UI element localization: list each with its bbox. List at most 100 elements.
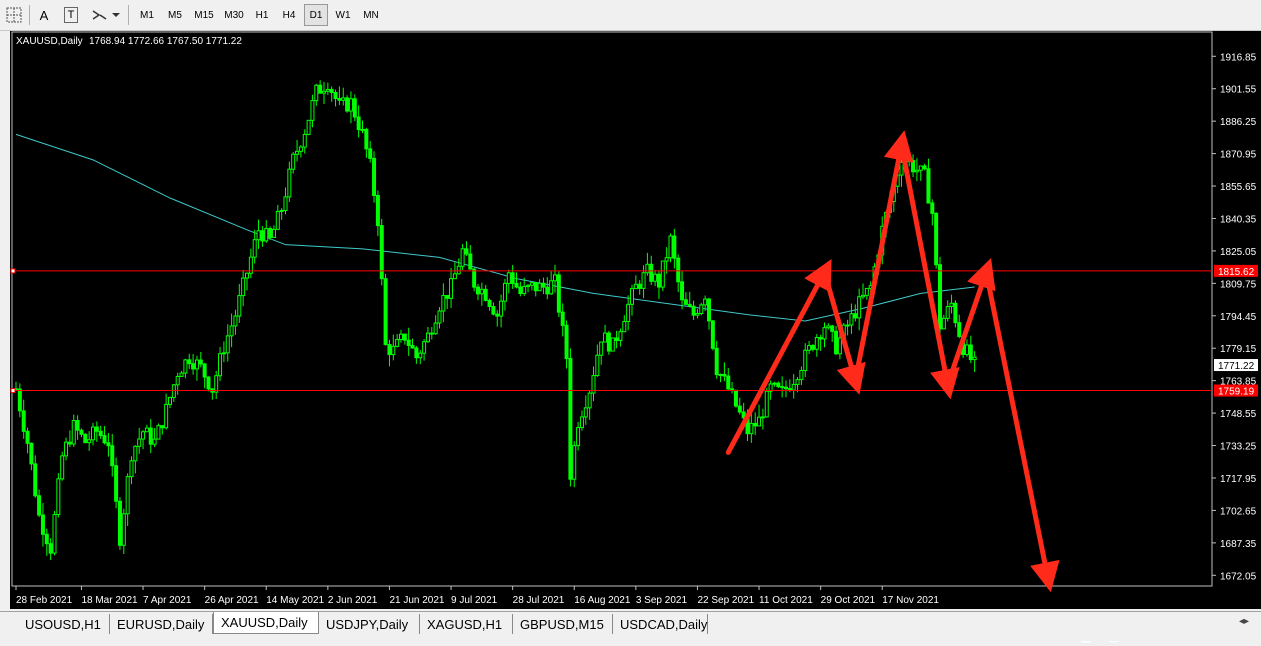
candle-body <box>318 84 323 94</box>
candle-body <box>191 363 196 370</box>
candle-body <box>60 455 65 480</box>
candle-body <box>934 212 939 266</box>
candle-body <box>733 389 738 407</box>
candle-body <box>110 445 115 467</box>
timeframe-w1-button[interactable]: W1 <box>330 4 356 26</box>
candle-body <box>476 286 480 295</box>
left-panel-edge <box>0 31 10 609</box>
candle-body <box>487 299 492 308</box>
timeframe-mn-button[interactable]: MN <box>358 4 384 26</box>
candle-body <box>653 273 658 282</box>
candle-body <box>780 386 785 389</box>
candle-body <box>687 303 692 307</box>
candle-body <box>899 161 904 176</box>
text-tool-button[interactable]: A <box>34 4 54 26</box>
candle-body <box>348 98 353 112</box>
candle-body <box>822 327 827 340</box>
candle-body <box>48 543 53 554</box>
candle-body <box>911 160 916 173</box>
candle-body <box>764 390 769 418</box>
candle-body <box>695 313 700 316</box>
candle-body <box>922 165 927 170</box>
chart-tab[interactable]: USOUSD,H1 <box>18 614 110 634</box>
candle-body <box>152 438 157 445</box>
candle-body <box>98 430 103 437</box>
timeframe-h4-button[interactable]: H4 <box>276 4 302 26</box>
candle-body <box>214 375 219 393</box>
chart-tab[interactable]: EURUSD,Daily <box>110 614 213 634</box>
candle-body <box>953 302 958 324</box>
timeframe-m1-button[interactable]: M1 <box>134 4 160 26</box>
candle-body <box>618 331 623 341</box>
chart-tab[interactable]: GBPUSD,M15 <box>513 614 613 634</box>
candle-body <box>133 445 138 462</box>
chart-window[interactable]: 1815.62 1759.19 1916.85 1901.55 1886.25 1870… <box>10 31 1261 645</box>
candle-body <box>845 324 850 327</box>
candle-body <box>699 304 704 315</box>
candle-body <box>957 322 962 337</box>
chart-tab[interactable]: USDJPY,Daily <box>319 614 420 634</box>
timeframe-m30-button[interactable]: M30 <box>220 4 248 26</box>
candle-body <box>387 344 392 356</box>
chart-tab[interactable]: USDCAD,Daily <box>613 614 708 634</box>
candle-body <box>672 235 677 259</box>
candle-body <box>857 296 862 319</box>
candle-body <box>610 337 615 352</box>
candle-body <box>964 344 969 355</box>
candle-body <box>295 150 300 155</box>
price-chart[interactable]: 1815.62 1759.19 1916.85 1901.55 1886.25 1870… <box>10 31 1261 609</box>
candle-body <box>818 337 823 340</box>
x-tick-label: 18 Mar 2021 <box>81 595 138 606</box>
candle-body <box>714 347 719 375</box>
x-tick-label: 21 Jun 2021 <box>389 595 444 606</box>
candle-body <box>129 460 134 478</box>
period-separator-icon[interactable] <box>4 4 24 26</box>
candle-body <box>541 282 546 288</box>
candle-body <box>245 272 249 279</box>
x-tick-label: 22 Sep 2021 <box>697 595 754 606</box>
y-tick-label: 1687.35 <box>1220 539 1257 550</box>
y-tick-label: 1855.65 <box>1220 182 1257 193</box>
level-price-label: 1815.62 <box>1218 267 1255 278</box>
timeframe-h1-button[interactable]: H1 <box>250 4 274 26</box>
x-tick-label: 7 Apr 2021 <box>143 595 192 606</box>
y-tick-label: 1916.85 <box>1220 52 1257 63</box>
timeframe-m15-button[interactable]: M15 <box>190 4 218 26</box>
candle-body <box>599 341 604 356</box>
tabs-scroll-icon[interactable]: ◂▸ <box>1239 616 1249 627</box>
candle-body <box>499 300 504 317</box>
candle-body <box>445 294 450 299</box>
candle-body <box>160 425 165 429</box>
candle-body <box>803 349 808 372</box>
candle-body <box>595 354 600 377</box>
candle-body <box>345 97 350 112</box>
candle-body <box>645 263 650 274</box>
candle-body <box>537 282 542 292</box>
candle-body <box>291 153 296 170</box>
shapes-dropdown-button[interactable] <box>88 4 122 26</box>
candle-body <box>56 478 61 516</box>
candle-body <box>218 353 223 377</box>
candle-body <box>395 339 400 347</box>
text-label-tool-button[interactable]: T <box>60 4 82 26</box>
candle-body <box>275 210 280 230</box>
x-tick-label: 14 May 2021 <box>266 595 324 606</box>
chart-tab[interactable]: XAGUSD,H1 <box>420 614 513 634</box>
candle-body <box>637 283 642 289</box>
chart-symbol-label: XAUUSD,Daily <box>16 36 83 47</box>
chart-tab[interactable]: XAUUSD,Daily <box>213 612 319 634</box>
candle-body <box>660 260 665 288</box>
candle-body <box>322 90 326 94</box>
timeframe-m5-button[interactable]: M5 <box>162 4 188 26</box>
timeframe-d1-button[interactable]: D1 <box>304 4 328 26</box>
candles <box>14 80 977 561</box>
candle-body <box>722 374 727 377</box>
candle-body <box>79 429 84 435</box>
candle-body <box>668 235 673 259</box>
candle-body <box>491 306 496 315</box>
x-tick-label: 17 Nov 2021 <box>882 595 939 606</box>
candle-body <box>807 344 812 351</box>
candle-body <box>568 357 573 480</box>
y-tick-label: 1901.55 <box>1220 85 1257 96</box>
candle-body <box>784 386 788 390</box>
